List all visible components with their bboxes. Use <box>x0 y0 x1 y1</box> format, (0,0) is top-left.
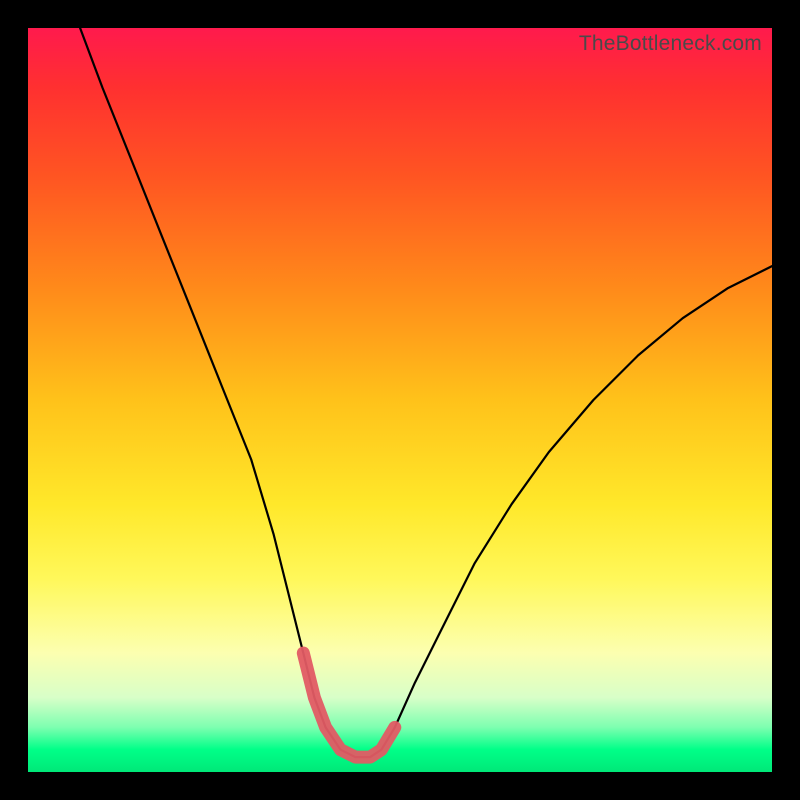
highlight-segment-path <box>303 653 395 757</box>
outer-frame: TheBottleneck.com <box>0 0 800 800</box>
bottleneck-curve-path <box>80 28 772 757</box>
chart-svg <box>28 28 772 772</box>
plot-area: TheBottleneck.com <box>28 28 772 772</box>
